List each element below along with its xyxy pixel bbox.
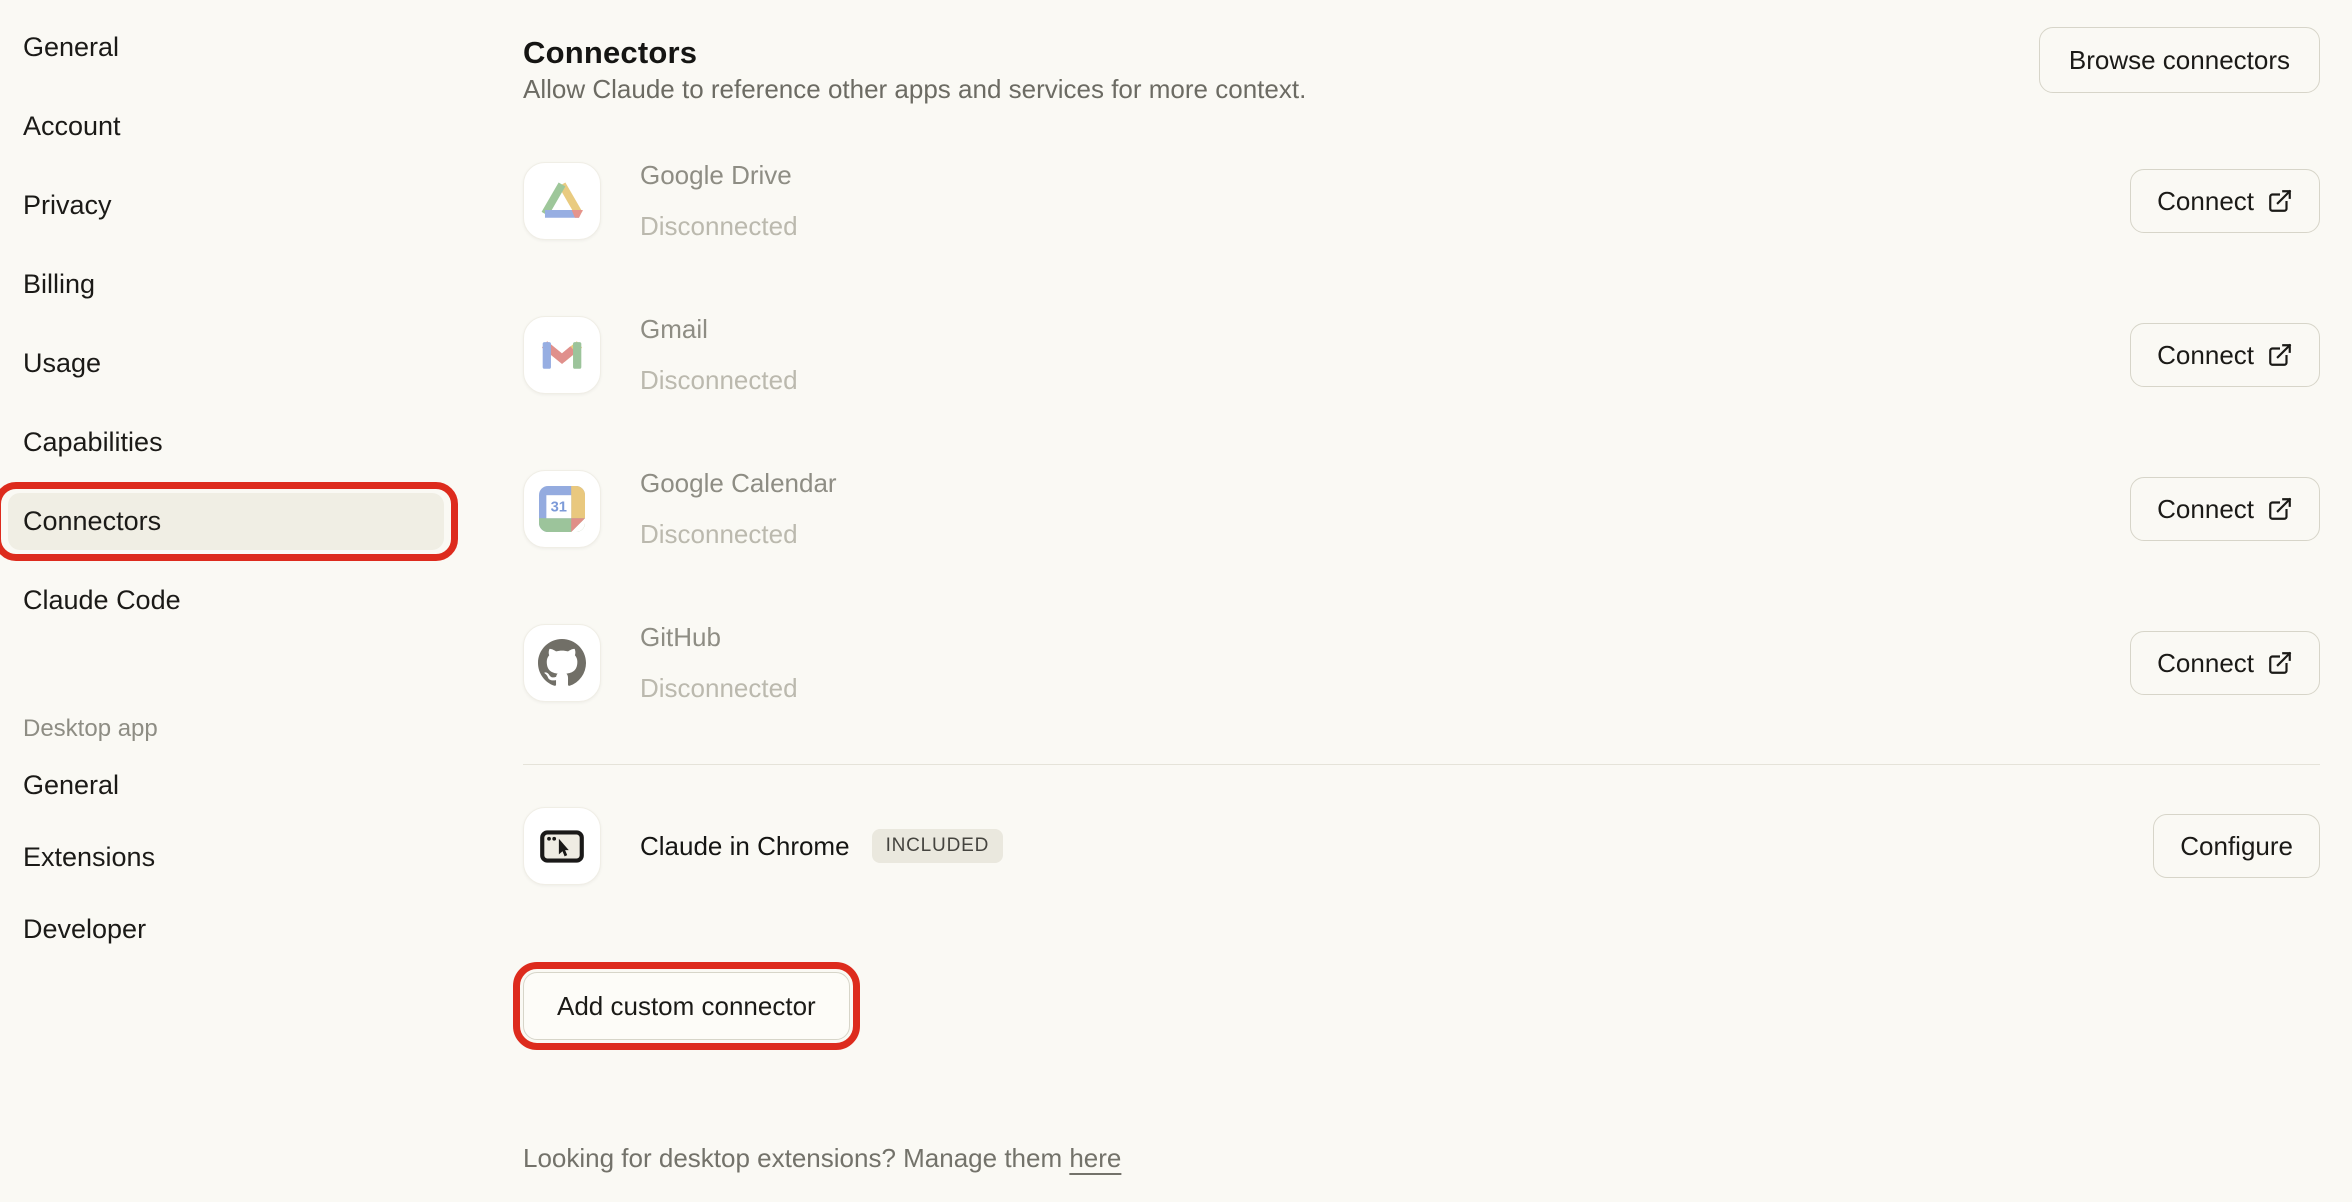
connector-list: Google Drive Disconnected Connect bbox=[523, 162, 2320, 778]
connector-row-github: GitHub Disconnected Connect bbox=[523, 624, 2320, 702]
sidebar-item-capabilities[interactable]: Capabilities bbox=[0, 403, 470, 482]
sidebar-item-label: Privacy bbox=[23, 190, 112, 221]
sidebar-section-desktop-app: Desktop app bbox=[0, 709, 470, 749]
sidebar-item-connectors[interactable]: Connectors bbox=[0, 482, 470, 561]
sidebar-item-desktop-general[interactable]: General bbox=[0, 749, 470, 821]
sidebar-item-developer[interactable]: Developer bbox=[0, 893, 470, 965]
sidebar-item-label: Developer bbox=[23, 914, 146, 945]
page-subtitle: Allow Claude to reference other apps and… bbox=[523, 72, 1306, 106]
sidebar-item-label: Account bbox=[23, 111, 121, 142]
external-link-icon bbox=[2267, 496, 2293, 522]
connect-label: Connect bbox=[2157, 494, 2254, 525]
sidebar-item-privacy[interactable]: Privacy bbox=[0, 166, 470, 245]
connector-row-google-drive: Google Drive Disconnected Connect bbox=[523, 162, 2320, 240]
connect-label: Connect bbox=[2157, 648, 2254, 679]
sidebar-item-label: Usage bbox=[23, 348, 101, 379]
google-drive-icon bbox=[523, 162, 601, 240]
configure-button[interactable]: Configure bbox=[2153, 814, 2320, 878]
connector-text: Google Drive Disconnected bbox=[640, 162, 798, 240]
connector-status: Disconnected bbox=[640, 509, 837, 560]
page-title: Connectors bbox=[523, 35, 697, 71]
sidebar-item-extensions[interactable]: Extensions bbox=[0, 821, 470, 893]
sidebar-item-usage[interactable]: Usage bbox=[0, 324, 470, 403]
connector-row-gmail: Gmail Disconnected Connect bbox=[523, 316, 2320, 394]
connect-button-google-drive[interactable]: Connect bbox=[2130, 169, 2320, 233]
gmail-icon bbox=[523, 316, 601, 394]
settings-sidebar: General Account Privacy Billing Usage Ca… bbox=[0, 0, 470, 1202]
desktop-extensions-note: Looking for desktop extensions? Manage t… bbox=[523, 1140, 1121, 1176]
add-custom-connector-wrap: Add custom connector bbox=[523, 972, 850, 1040]
browse-connectors-label: Browse connectors bbox=[2069, 45, 2290, 76]
connector-status: Disconnected bbox=[640, 201, 798, 252]
connector-name: Google Drive bbox=[640, 150, 798, 201]
google-calendar-icon: 31 bbox=[523, 470, 601, 548]
connector-name: GitHub bbox=[640, 612, 798, 663]
connector-row-claude-in-chrome: Claude in Chrome INCLUDED Configure bbox=[523, 807, 2320, 885]
connect-label: Connect bbox=[2157, 340, 2254, 371]
external-link-icon bbox=[2267, 650, 2293, 676]
sidebar-item-label: Capabilities bbox=[23, 427, 163, 458]
external-link-icon bbox=[2267, 188, 2293, 214]
browser-cursor-icon bbox=[523, 807, 601, 885]
svg-text:31: 31 bbox=[551, 500, 567, 516]
add-custom-connector-button[interactable]: Add custom connector bbox=[523, 972, 850, 1040]
connector-name: Gmail bbox=[640, 304, 798, 355]
configure-label: Configure bbox=[2180, 831, 2293, 862]
connector-name: Claude in Chrome bbox=[640, 831, 850, 862]
connector-status: Disconnected bbox=[640, 663, 798, 714]
connector-row-google-calendar: 31 Google Calendar Disconnected Connect bbox=[523, 470, 2320, 548]
connector-name: Google Calendar bbox=[640, 458, 837, 509]
sidebar-item-label: Billing bbox=[23, 269, 95, 300]
manage-here-link[interactable]: here bbox=[1069, 1143, 1121, 1173]
sidebar-item-general[interactable]: General bbox=[0, 8, 470, 87]
sidebar-item-account[interactable]: Account bbox=[0, 87, 470, 166]
external-link-icon bbox=[2267, 342, 2293, 368]
connect-button-gmail[interactable]: Connect bbox=[2130, 323, 2320, 387]
connect-button-google-calendar[interactable]: Connect bbox=[2130, 477, 2320, 541]
sidebar-item-label: General bbox=[23, 32, 119, 63]
add-custom-connector-label: Add custom connector bbox=[557, 991, 816, 1022]
included-badge: INCLUDED bbox=[872, 829, 1004, 863]
browse-connectors-button[interactable]: Browse connectors bbox=[2039, 27, 2320, 93]
sidebar-item-label: Claude Code bbox=[23, 585, 181, 616]
github-icon bbox=[523, 624, 601, 702]
sidebar-item-claude-code[interactable]: Claude Code bbox=[0, 561, 470, 640]
sidebar-item-billing[interactable]: Billing bbox=[0, 245, 470, 324]
connect-button-github[interactable]: Connect bbox=[2130, 631, 2320, 695]
sidebar-item-label: General bbox=[23, 770, 119, 801]
section-divider bbox=[523, 764, 2320, 765]
connect-label: Connect bbox=[2157, 186, 2254, 217]
connector-text: Google Calendar Disconnected bbox=[640, 470, 837, 548]
connector-text: GitHub Disconnected bbox=[640, 624, 798, 702]
sidebar-item-label: Extensions bbox=[23, 842, 155, 873]
connector-text: Gmail Disconnected bbox=[640, 316, 798, 394]
connector-status: Disconnected bbox=[640, 355, 798, 406]
note-text: Looking for desktop extensions? Manage t… bbox=[523, 1143, 1069, 1173]
sidebar-item-label: Connectors bbox=[23, 506, 161, 537]
